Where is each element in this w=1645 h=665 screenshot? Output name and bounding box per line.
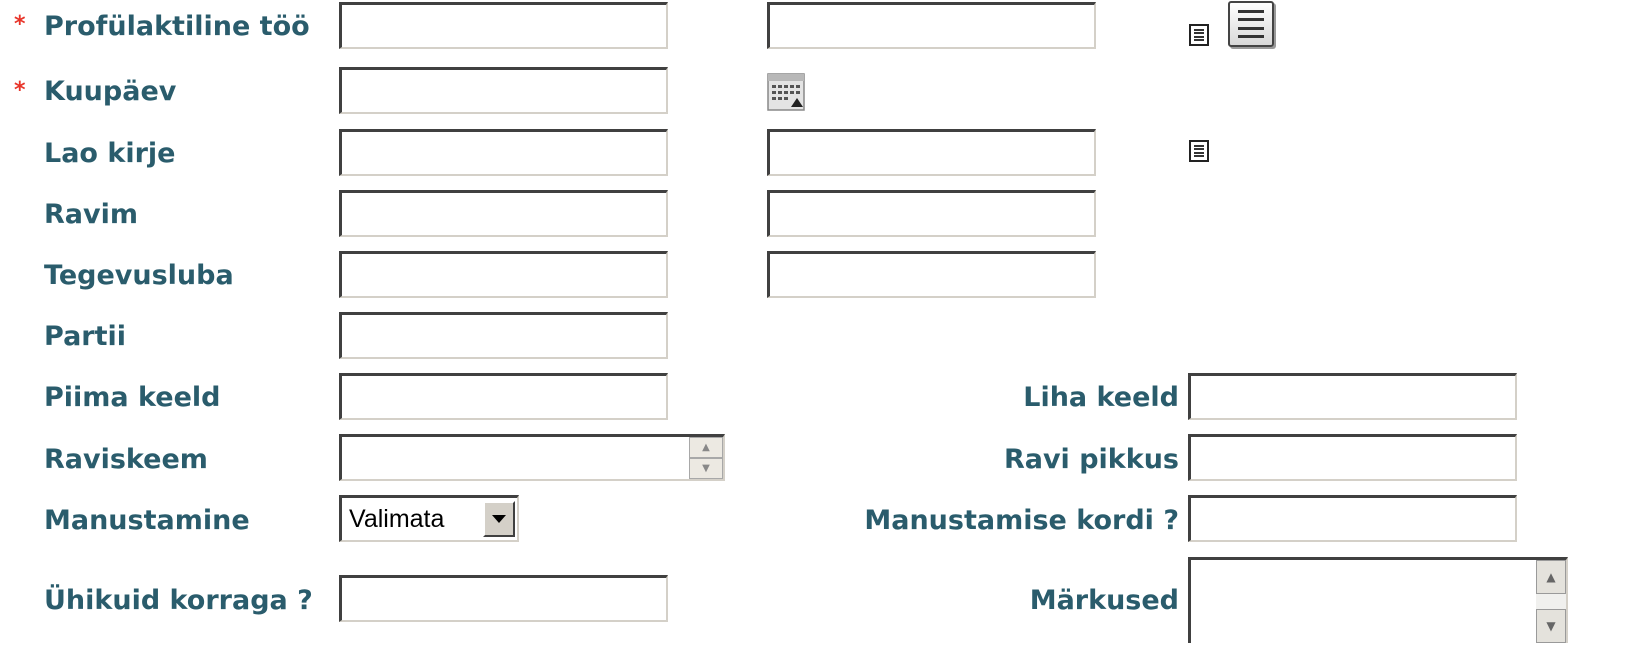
profulaktiline-too-name-input[interactable] <box>767 2 1096 49</box>
label-manustamise-kordi: Manustamise kordi ? <box>864 505 1179 536</box>
label-tegevusluba: Tegevusluba <box>44 260 234 291</box>
required-marker: * <box>14 78 26 103</box>
partii-input[interactable] <box>339 312 668 359</box>
profulaktiline-too-code-input[interactable] <box>339 2 668 49</box>
scroll-up-icon[interactable]: ▲ <box>1536 560 1566 594</box>
list-icon[interactable] <box>1189 24 1209 46</box>
scroll-track[interactable] <box>1536 594 1566 609</box>
ravi-pikkus-input[interactable] <box>1188 434 1517 481</box>
ravim-name-input[interactable] <box>767 190 1096 237</box>
label-partii: Partii <box>44 321 127 352</box>
spinner-up-icon[interactable]: ▲ <box>689 437 723 458</box>
ravim-code-input[interactable] <box>339 190 668 237</box>
label-markused: Märkused <box>1029 585 1179 616</box>
spinner-buttons[interactable]: ▲ ▼ <box>689 437 723 479</box>
uhikuid-korraga-input[interactable] <box>339 575 668 622</box>
calendar-icon[interactable] <box>767 73 805 111</box>
liha-keeld-input[interactable] <box>1188 373 1517 420</box>
label-kuupaev: Kuupäev <box>44 76 177 107</box>
manustamise-kordi-input[interactable] <box>1188 495 1517 542</box>
label-uhikuid-korraga: Ühikuid korraga ? <box>44 585 313 616</box>
label-piima-keeld: Piima keeld <box>44 382 221 413</box>
manustamine-selected-value: Valimata <box>349 504 445 533</box>
list-icon-large[interactable] <box>1228 1 1274 47</box>
label-raviskeem: Raviskeem <box>44 444 208 475</box>
label-lao-kirje: Lao kirje <box>44 138 176 169</box>
kuupaev-input[interactable] <box>339 67 668 114</box>
label-liha-keeld: Liha keeld <box>1023 382 1179 413</box>
label-profulaktiline-too: Profülaktiline töö <box>44 11 310 42</box>
textarea-scrollbar[interactable]: ▲ ▼ <box>1536 560 1566 643</box>
tegevusluba-code-input[interactable] <box>339 251 668 298</box>
raviskeem-spinner[interactable]: ▲ ▼ <box>339 434 725 481</box>
required-marker: * <box>14 12 26 37</box>
scroll-down-icon[interactable]: ▼ <box>1536 609 1566 643</box>
manustamine-select[interactable]: Valimata <box>339 495 519 542</box>
label-ravi-pikkus: Ravi pikkus <box>1003 444 1179 475</box>
spinner-down-icon[interactable]: ▼ <box>689 458 723 479</box>
markused-textarea[interactable]: ▲ ▼ <box>1188 557 1568 643</box>
tegevusluba-name-input[interactable] <box>767 251 1096 298</box>
label-ravim: Ravim <box>44 199 138 230</box>
chevron-down-icon[interactable] <box>483 501 515 537</box>
lao-kirje-name-input[interactable] <box>767 129 1096 176</box>
piima-keeld-input[interactable] <box>339 373 668 420</box>
lao-kirje-code-input[interactable] <box>339 129 668 176</box>
label-manustamine: Manustamine <box>44 505 250 536</box>
list-icon[interactable] <box>1189 140 1209 162</box>
